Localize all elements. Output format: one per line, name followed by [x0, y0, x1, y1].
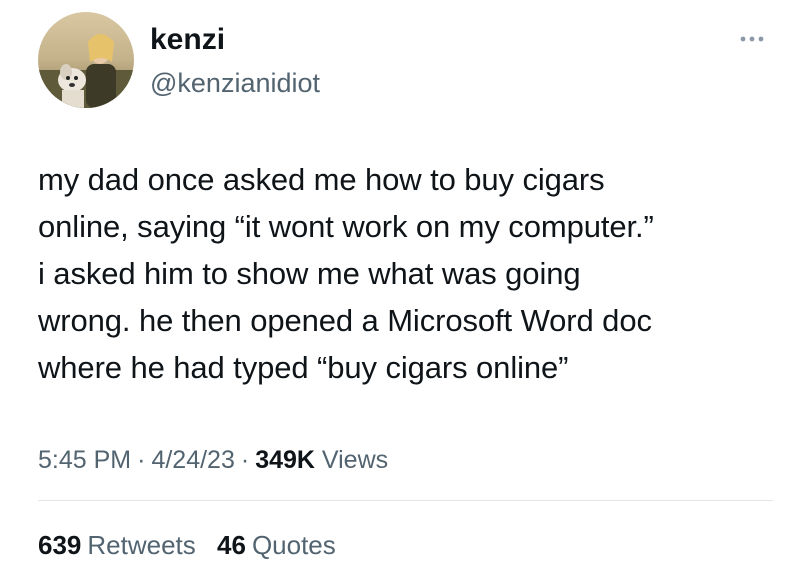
- tweet-text: my dad once asked me how to buy cigars o…: [38, 162, 654, 385]
- tweet-stats: 639 Retweets 46 Quotes: [38, 528, 350, 562]
- user-handle[interactable]: @kenzianidiot: [150, 66, 320, 100]
- retweets-count: 639: [38, 530, 82, 560]
- retweets-label: Retweets: [87, 530, 196, 560]
- avatar[interactable]: [38, 12, 134, 108]
- divider: [38, 500, 773, 501]
- tweet-meta: 5:45 PM · 4/24/23 · 349K Views: [38, 444, 388, 476]
- meta-separator: ·: [137, 446, 146, 474]
- display-name[interactable]: kenzi: [150, 22, 320, 58]
- quotes-stat[interactable]: 46 Quotes: [217, 530, 336, 560]
- views-label: Views: [321, 446, 389, 474]
- tweet-date[interactable]: 4/24/23: [151, 446, 234, 474]
- tweet-header: kenzi @kenzianidiot: [38, 12, 768, 112]
- quotes-count: 46: [217, 530, 246, 560]
- views-count: 349K: [255, 446, 315, 474]
- retweets-stat[interactable]: 639 Retweets: [38, 530, 196, 560]
- tweet-time[interactable]: 5:45 PM: [38, 446, 131, 474]
- author-names: kenzi @kenzianidiot: [150, 22, 320, 100]
- meta-separator: ·: [240, 446, 250, 474]
- quotes-label: Quotes: [251, 530, 336, 560]
- more-horizontal-icon[interactable]: [738, 32, 766, 46]
